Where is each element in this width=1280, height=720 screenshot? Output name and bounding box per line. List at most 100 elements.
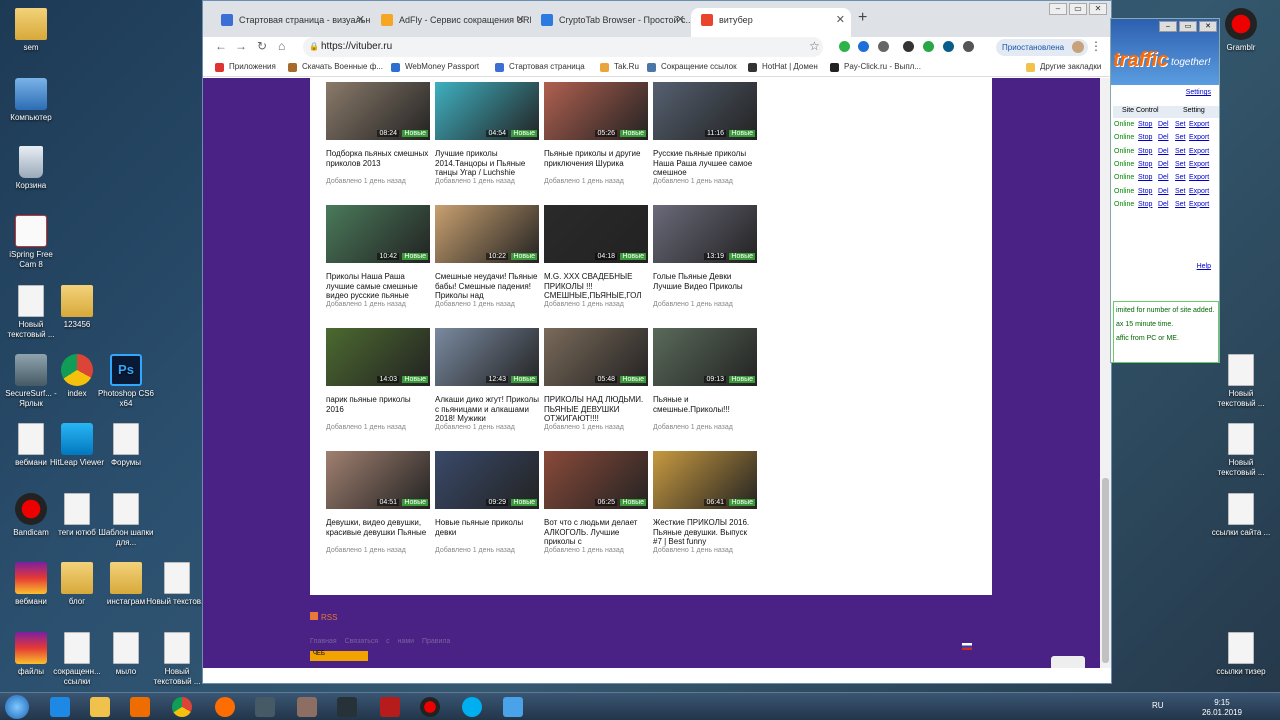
language-indicator[interactable]: RU — [1152, 701, 1164, 710]
desktop-icon[interactable]: Новый текстовый ... — [146, 632, 208, 687]
tab-vituber[interactable]: витубер ✕ — [691, 8, 851, 37]
video-card[interactable]: 12:43 Новые Алкаши дико жгут! Приколы с пь… — [435, 328, 539, 431]
video-title[interactable]: Подборка пьяных смешных приколов 2013 — [326, 149, 430, 177]
video-card[interactable]: 06:41 Новые Жесткие ПРИКОЛЫ 2016. Пьяные д… — [653, 451, 757, 554]
extension-icon[interactable] — [839, 41, 850, 52]
video-thumbnail[interactable]: 09:29 Новые — [435, 451, 539, 509]
extension-icon[interactable] — [903, 41, 914, 52]
desktop-icon[interactable]: Шаблон шапки для... — [95, 493, 157, 548]
video-title[interactable]: Жесткие ПРИКОЛЫ 2016. Пьяные девушки. Вы… — [653, 518, 757, 546]
del-link[interactable]: Del — [1158, 201, 1169, 208]
tab-close-icon[interactable]: ✕ — [836, 8, 845, 32]
bookmark-item[interactable]: WebMoney Passport — [391, 62, 479, 72]
video-card[interactable]: 11:16 Новые Русские пьяные приколы Наша Ра… — [653, 82, 757, 185]
tab-cryptotab[interactable]: CryptoTab Browser - Простой с... ✕ — [531, 8, 691, 37]
stop-link[interactable]: Stop — [1138, 134, 1152, 141]
extension-icon[interactable] — [943, 41, 954, 52]
counter-badge[interactable]: ЧЕБ — [310, 651, 368, 661]
stop-link[interactable]: Stop — [1138, 201, 1152, 208]
video-title[interactable]: M.G. XXX СВАДЕБНЫЕ ПРИКОЛЫ !!! СМЕШНЫЕ,П… — [544, 272, 648, 300]
reload-icon[interactable]: ↻ — [257, 39, 267, 53]
help-link[interactable]: Help — [1197, 263, 1211, 270]
video-title[interactable]: Приколы Наша Раша лучшие самые смешные в… — [326, 272, 430, 300]
bookmark-item[interactable]: HotHat | Домен — [748, 62, 818, 72]
set-link[interactable]: Set — [1175, 148, 1186, 155]
profile-status-button[interactable]: Приостановлена — [996, 39, 1089, 56]
video-thumbnail[interactable]: 11:16 Новые — [653, 82, 757, 140]
set-link[interactable]: Set — [1175, 121, 1186, 128]
export-link[interactable]: Export — [1189, 148, 1209, 155]
del-link[interactable]: Del — [1158, 174, 1169, 181]
bookmark-star-icon[interactable]: ☆ — [809, 39, 820, 53]
export-link[interactable]: Export — [1189, 201, 1209, 208]
tab-start-page[interactable]: Стартовая страница - визуальн... ✕ — [211, 8, 371, 37]
flag-ru-icon[interactable] — [962, 643, 972, 650]
maximize-icon[interactable]: ▭ — [1069, 3, 1087, 15]
del-link[interactable]: Del — [1158, 121, 1169, 128]
video-title[interactable]: Голые Пьяные Девки Лучшие Видео Приколы — [653, 272, 757, 300]
scrollbar-thumb[interactable] — [1102, 478, 1109, 663]
tab-close-icon[interactable]: ✕ — [516, 8, 525, 32]
set-link[interactable]: Set — [1175, 161, 1186, 168]
video-thumbnail[interactable]: 06:41 Новые — [653, 451, 757, 509]
video-thumbnail[interactable]: 04:18 Новые — [544, 205, 648, 263]
tab-close-icon[interactable]: ✕ — [356, 8, 365, 32]
video-card[interactable]: 09:13 Новые Пьяные и смешные.Приколы!!! Доб… — [653, 328, 757, 431]
menu-icon[interactable]: ⋮ — [1090, 39, 1102, 53]
video-thumbnail[interactable]: 08:24 Новые — [326, 82, 430, 140]
bandicam-icon[interactable] — [420, 697, 440, 717]
home-icon[interactable]: ⌂ — [278, 39, 285, 53]
video-card[interactable]: 04:54 Новые Лучшие приколы 2014.Танцоры и … — [435, 82, 539, 185]
stop-link[interactable]: Stop — [1138, 174, 1152, 181]
tab-close-icon[interactable]: ✕ — [676, 8, 685, 32]
desktop-icon[interactable]: sem — [0, 8, 62, 53]
game-icon[interactable] — [255, 697, 275, 717]
video-title[interactable]: Пьяные и смешные.Приколы!!! — [653, 395, 757, 423]
video-card[interactable]: 14:03 Новые парик пьяные приколы 2016 Добав… — [326, 328, 430, 431]
video-thumbnail[interactable]: 04:54 Новые — [435, 82, 539, 140]
stop-link[interactable]: Stop — [1138, 188, 1152, 195]
tank-icon[interactable] — [297, 697, 317, 717]
extension-icon[interactable] — [878, 41, 889, 52]
video-card[interactable]: 10:22 Новые Смешные неудачи! Пьяные бабы! … — [435, 205, 539, 308]
video-card[interactable]: 04:51 Новые Девушки, видео девушки, красив… — [326, 451, 430, 554]
extension-icon[interactable] — [923, 41, 934, 52]
video-thumbnail[interactable]: 04:51 Новые — [326, 451, 430, 509]
del-link[interactable]: Del — [1158, 134, 1169, 141]
desktop-icon[interactable]: iSpring Free Cam 8 — [0, 215, 62, 270]
footer-links[interactable]: Главная Связаться с нами Правила — [310, 638, 450, 645]
del-link[interactable]: Del — [1158, 148, 1169, 155]
video-title[interactable]: Смешные неудачи! Пьяные бабы! Смешные па… — [435, 272, 539, 300]
browser-icon[interactable] — [215, 697, 235, 717]
desktop-icon[interactable]: Ps Photoshop CS6 x64 — [95, 354, 157, 409]
maximize-icon[interactable]: ▭ — [1179, 21, 1197, 32]
settings-link[interactable]: Settings — [1186, 89, 1211, 96]
tab-adfly[interactable]: AdFly - Сервис сокращения URL... ✕ — [371, 8, 531, 37]
bookmark-item[interactable]: Pay-Click.ru - Выпл... — [830, 62, 921, 72]
video-thumbnail[interactable]: 06:25 Новые — [544, 451, 648, 509]
close-icon[interactable]: ✕ — [1199, 21, 1217, 32]
new-tab-button[interactable]: + — [858, 9, 867, 27]
video-title[interactable]: Лучшие приколы 2014.Танцоры и Пьяные тан… — [435, 149, 539, 177]
video-thumbnail[interactable]: 05:26 Новые — [544, 82, 648, 140]
start-button[interactable] — [5, 695, 29, 719]
video-card[interactable]: 05:48 Новые ПРИКОЛЫ НАД ЛЮДЬМИ. ПЬЯНЫЕ ДЕВ… — [544, 328, 648, 431]
media-player-icon[interactable] — [130, 697, 150, 717]
extension-icon[interactable] — [963, 41, 974, 52]
video-title[interactable]: Алкаши дико жгут! Приколы с пьяницами и … — [435, 395, 539, 423]
bookmark-item[interactable]: Приложения — [215, 62, 276, 72]
export-link[interactable]: Export — [1189, 174, 1209, 181]
export-link[interactable]: Export — [1189, 188, 1209, 195]
export-link[interactable]: Export — [1189, 121, 1209, 128]
video-thumbnail[interactable]: 10:22 Новые — [435, 205, 539, 263]
desktop-icon[interactable]: 123456 — [46, 285, 108, 330]
bookmark-item[interactable]: Сокращение ссылок — [647, 62, 737, 72]
set-link[interactable]: Set — [1175, 134, 1186, 141]
chrome-icon[interactable] — [172, 697, 192, 717]
bookmark-item[interactable]: Стартовая страница — [495, 62, 585, 72]
back-icon[interactable]: ← — [215, 39, 227, 53]
other-bookmarks[interactable]: Другие закладки — [1026, 62, 1101, 72]
video-title[interactable]: Русские пьяные приколы Наша Раша лучшее … — [653, 149, 757, 177]
set-link[interactable]: Set — [1175, 201, 1186, 208]
rss-link[interactable]: RSS — [310, 612, 337, 622]
